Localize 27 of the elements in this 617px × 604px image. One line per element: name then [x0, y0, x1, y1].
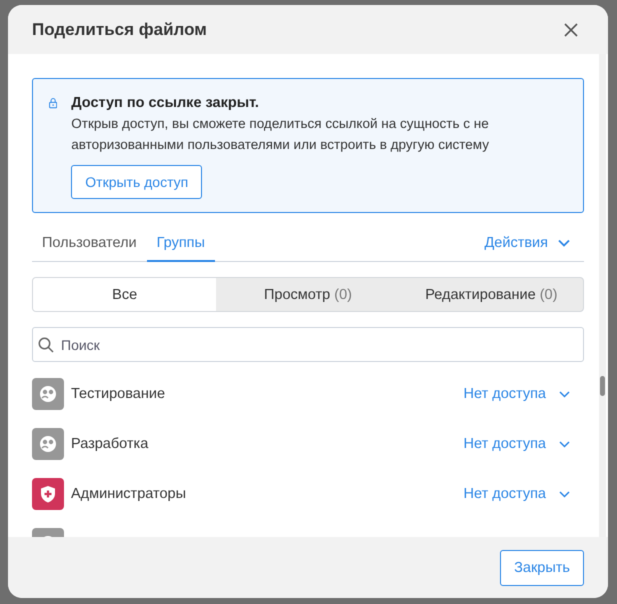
- group-name: Тестирование: [71, 386, 166, 402]
- notice-text: Открыв доступ, вы сможете поделиться ссылкой на сущность с не авторизованными пользователями или встроить в другую систему: [71, 115, 490, 154]
- chevron-down-icon: [559, 440, 570, 448]
- access-dropdown[interactable]: Нет доступа: [464, 436, 584, 452]
- dialog-title: Поделиться файлом: [32, 20, 208, 40]
- tab[interactable]: Группы: [146, 225, 215, 262]
- search-field[interactable]: Поиск: [32, 327, 584, 362]
- open-access-button[interactable]: Открыть доступ: [71, 165, 202, 199]
- access-dropdown[interactable]: Нет доступа: [464, 486, 584, 502]
- filter-segment[interactable]: Все: [33, 278, 216, 311]
- actions-dropdown[interactable]: Действия: [484, 235, 584, 251]
- tab[interactable]: Пользователи: [32, 225, 147, 262]
- group-avatar-icon: [32, 378, 64, 410]
- search-icon: [38, 337, 54, 353]
- group-name: Администраторы: [71, 486, 186, 502]
- chevron-down-icon: [558, 239, 570, 247]
- filter-segment[interactable]: Просмотр (0): [216, 278, 400, 311]
- close-button[interactable]: Закрыть: [500, 550, 584, 586]
- chevron-down-icon: [559, 490, 570, 498]
- group-name: Разработка: [71, 436, 148, 452]
- chevron-down-icon: [559, 390, 570, 398]
- notice-title: Доступ по ссылке закрыт.: [71, 94, 260, 113]
- shield-icon: [32, 478, 64, 510]
- access-dropdown[interactable]: Нет доступа: [464, 386, 584, 402]
- filter-segment[interactable]: Редактирование (0): [400, 278, 583, 311]
- close-icon[interactable]: [564, 22, 578, 36]
- group-avatar-icon: [32, 428, 64, 460]
